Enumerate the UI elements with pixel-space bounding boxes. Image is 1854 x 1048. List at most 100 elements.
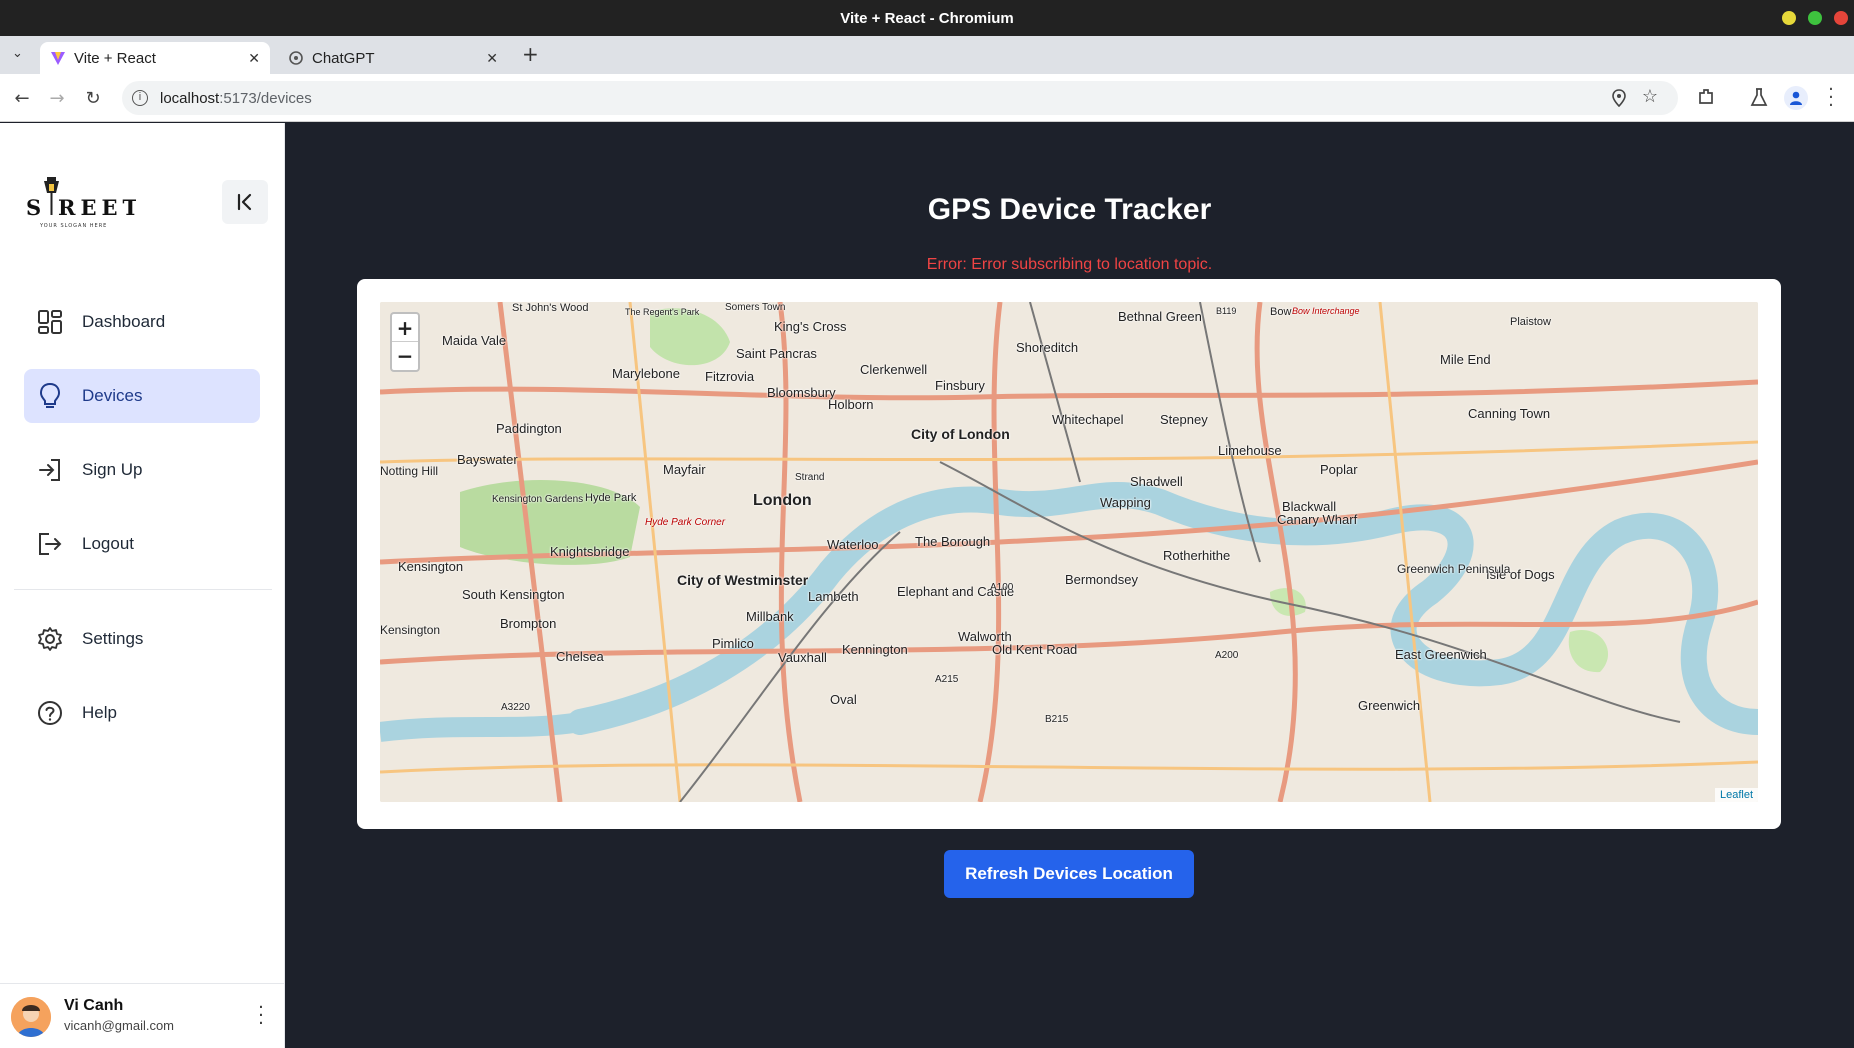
help-icon — [36, 699, 64, 727]
map-label: City of Westminster — [677, 572, 809, 588]
tab-label: Vite + React — [74, 49, 156, 67]
avatar[interactable] — [11, 997, 51, 1037]
map-label: Vauxhall — [778, 650, 827, 665]
sidebar-item-label: Help — [82, 703, 117, 722]
map-label: Saint Pancras — [736, 346, 817, 361]
map-label: Whitechapel — [1052, 412, 1124, 427]
map-label: Kensington Gardens — [492, 494, 584, 505]
map-label: Poplar — [1320, 462, 1358, 477]
location-pin-icon[interactable] — [1612, 89, 1626, 111]
user-menu-icon[interactable]: · · · — [254, 999, 268, 1033]
sidebar-item-label: Logout — [82, 534, 134, 553]
sidebar-item-label: Settings — [82, 629, 144, 648]
labs-flask-icon[interactable] — [1750, 87, 1768, 111]
map-label: Fitzrovia — [705, 369, 755, 384]
map-label: Greenwich — [1358, 698, 1421, 713]
zoom-in-button[interactable]: + — [392, 314, 418, 342]
map[interactable]: St John's Wood The Regent's Park Somers To… — [380, 302, 1758, 802]
map-label: Waterloo — [827, 537, 879, 552]
sign-in-icon — [36, 456, 64, 484]
map-label: London — [753, 492, 812, 509]
map-label: Bermondsey — [1065, 572, 1138, 587]
map-label: Holborn — [828, 397, 874, 412]
tab-vite-react[interactable]: Vite + React ✕ — [40, 42, 270, 74]
map-label: Mayfair — [663, 462, 706, 477]
map-attribution[interactable]: Leaflet — [1714, 788, 1758, 802]
map-label: Chelsea — [556, 649, 604, 664]
map-label: Somers Town — [725, 302, 786, 313]
map-label: The Borough — [915, 534, 991, 549]
browser-menu-icon[interactable]: · · · — [1826, 81, 1836, 115]
new-tab-icon[interactable]: + — [522, 42, 539, 66]
forward-icon[interactable]: → — [46, 88, 68, 110]
chatgpt-logo-icon — [288, 50, 304, 66]
close-window-button[interactable] — [1834, 11, 1848, 25]
profile-icon[interactable] — [1784, 86, 1808, 110]
map-label: Plaistow — [1510, 316, 1551, 328]
street-logo[interactable]: S REET YOUR SLOGAN HERE — [26, 175, 138, 233]
back-icon[interactable]: ← — [11, 88, 33, 110]
map-label: Oval — [830, 692, 857, 707]
close-tab-icon[interactable]: ✕ — [248, 50, 260, 67]
sidebar-item-label: Devices — [82, 386, 143, 405]
site-info-icon[interactable]: i — [132, 90, 148, 106]
map-label: Notting Hill — [380, 464, 439, 478]
sidebar-item-sign-up[interactable]: Sign Up — [24, 443, 260, 497]
sidebar-item-settings[interactable]: Settings — [24, 612, 260, 666]
map-label: Kennington — [842, 642, 908, 657]
map-label: Bow — [1270, 306, 1292, 318]
map-label: Finsbury — [935, 378, 985, 393]
zoom-out-button[interactable]: − — [392, 342, 418, 370]
tab-list-chevron-icon[interactable]: ⌄ — [12, 46, 23, 61]
map-label: Brompton — [500, 616, 557, 631]
map-label: Rotherhithe — [1163, 548, 1231, 563]
collapse-sidebar-button[interactable] — [222, 180, 268, 224]
map-label: Bloomsbury — [767, 385, 836, 400]
map-label: Bow Interchange — [1292, 306, 1360, 316]
main-content: GPS Device Tracker Error: Error subscrib… — [285, 123, 1854, 1048]
map-label: Canary Wharf — [1277, 512, 1358, 527]
map-label: A3220 — [501, 702, 530, 713]
minimize-button[interactable] — [1782, 11, 1796, 25]
map-label: Greenwich Peninsula — [1397, 562, 1511, 576]
dashboard-icon — [36, 308, 64, 336]
bookmark-star-icon[interactable]: ☆ — [1642, 86, 1658, 107]
svg-text:S: S — [26, 195, 46, 220]
logout-icon — [36, 530, 64, 558]
svg-text:YOUR SLOGAN HERE: YOUR SLOGAN HERE — [39, 223, 107, 229]
zoom-control: + − — [390, 312, 420, 372]
refresh-devices-button[interactable]: Refresh Devices Location — [944, 850, 1194, 898]
tab-label: ChatGPT — [312, 49, 375, 67]
window-title: Vite + React - Chromium — [840, 9, 1014, 27]
map-label: Wapping — [1100, 495, 1151, 510]
reload-icon[interactable]: ↻ — [82, 88, 104, 110]
sidebar-item-devices[interactable]: Devices — [24, 369, 260, 423]
map-label: Bethnal Green — [1118, 309, 1202, 324]
map-label: B215 — [1045, 714, 1069, 725]
sidebar-item-dashboard[interactable]: Dashboard — [24, 295, 260, 349]
window-titlebar: Vite + React - Chromium — [0, 0, 1854, 36]
close-tab-icon[interactable]: ✕ — [486, 50, 498, 67]
tab-strip: ⌄ Vite + React ✕ ChatGPT ✕ + — [0, 36, 1854, 74]
collapse-left-icon — [237, 193, 252, 211]
address-bar[interactable]: i localhost:5173/devices ☆ — [122, 81, 1678, 115]
sidebar-item-logout[interactable]: Logout — [24, 517, 260, 571]
tab-chatgpt[interactable]: ChatGPT ✕ — [278, 42, 508, 74]
map-label: St John's Wood — [512, 302, 589, 314]
map-label: A100 — [990, 582, 1014, 593]
page-title: GPS Device Tracker — [927, 193, 1212, 226]
extensions-icon[interactable] — [1696, 87, 1716, 111]
svg-text:REET: REET — [58, 195, 136, 220]
map-label: Pimlico — [712, 636, 754, 651]
maximize-button[interactable] — [1808, 11, 1822, 25]
vite-logo-icon — [50, 50, 66, 66]
map-label: Mile End — [1440, 352, 1491, 367]
sidebar-divider — [14, 589, 272, 590]
map-label: Canning Town — [1468, 406, 1551, 421]
browser-toolbar: ← → ↻ i localhost:5173/devices ☆ · · · — [0, 74, 1854, 122]
map-label: Old Kent Road — [992, 642, 1078, 657]
map-label: Maida Vale — [442, 333, 507, 348]
map-label: Kensington — [398, 559, 464, 574]
sidebar-item-help[interactable]: Help — [24, 686, 260, 740]
map-label: Shoreditch — [1016, 340, 1079, 355]
